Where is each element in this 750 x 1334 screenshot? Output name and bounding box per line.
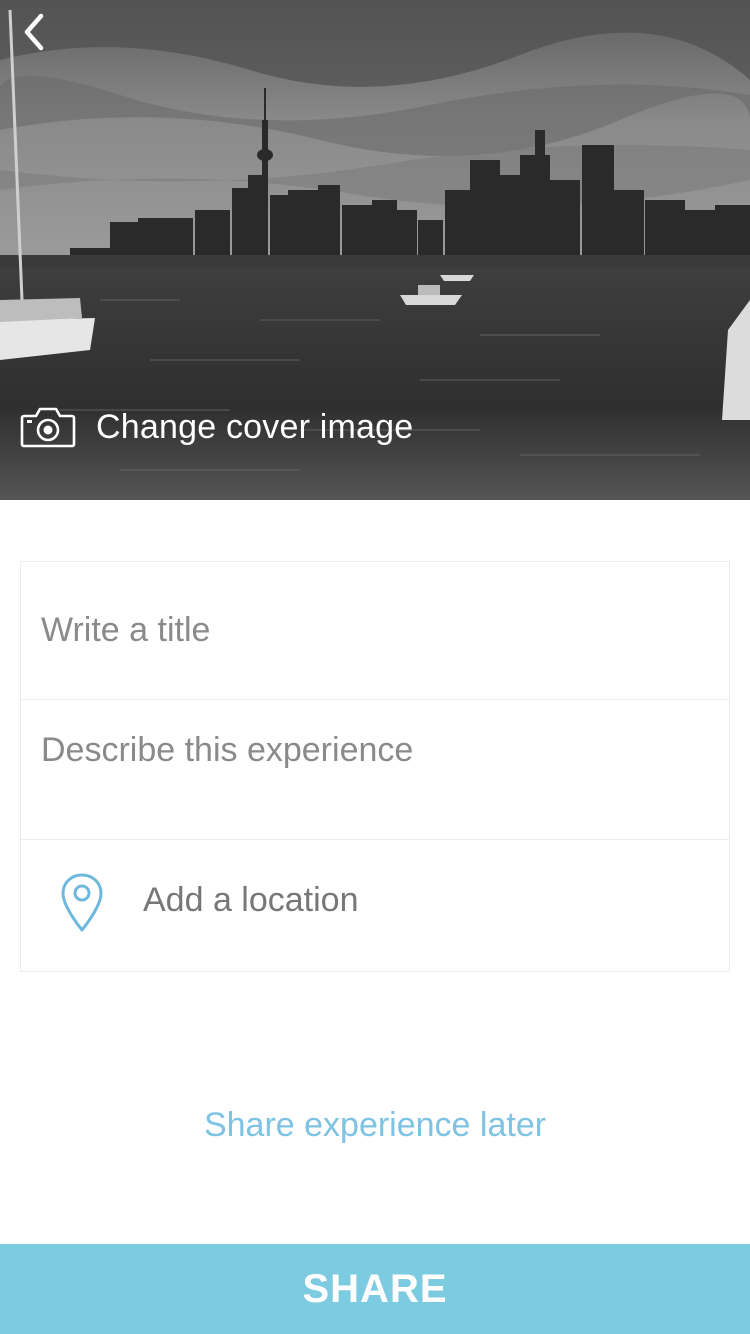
share-later-link[interactable]: Share experience later [0,1106,750,1145]
title-row [21,562,729,700]
description-input[interactable] [41,728,709,818]
back-button[interactable] [10,8,58,56]
description-row [21,700,729,840]
chevron-left-icon [24,13,44,51]
change-cover-button[interactable]: Change cover image [20,400,413,454]
title-input[interactable] [41,606,709,654]
camera-icon [20,405,76,449]
location-row: Add a location [21,840,729,971]
add-location-label: Add a location [143,881,359,919]
experience-form: Add a location [20,561,730,972]
share-button[interactable]: SHARE [0,1244,750,1334]
add-location-button[interactable]: Add a location [21,840,729,971]
change-cover-label: Change cover image [96,407,414,446]
create-experience-screen: Change cover image Add a location Share … [0,0,750,1334]
map-pin-icon [61,873,103,932]
cover-image[interactable]: Change cover image [0,0,750,500]
